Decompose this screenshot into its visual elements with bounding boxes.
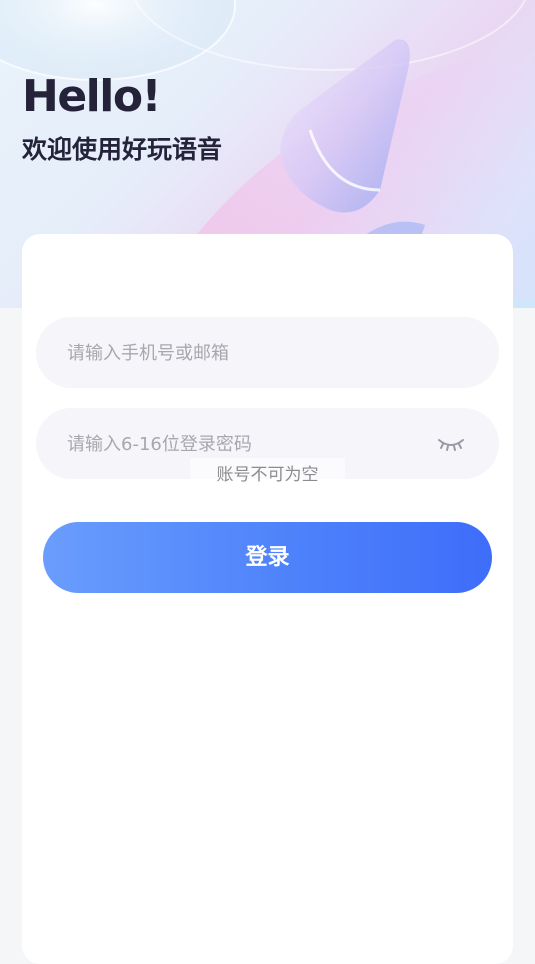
welcome-subtitle: 欢迎使用好玩语音: [22, 135, 223, 164]
login-button[interactable]: 登录: [43, 522, 492, 593]
hello-title: Hello!: [22, 71, 162, 122]
account-input[interactable]: [65, 317, 429, 390]
eye-closed-icon[interactable]: [437, 432, 465, 454]
toast-message: 账号不可为空: [190, 458, 345, 492]
account-field[interactable]: [36, 317, 499, 390]
